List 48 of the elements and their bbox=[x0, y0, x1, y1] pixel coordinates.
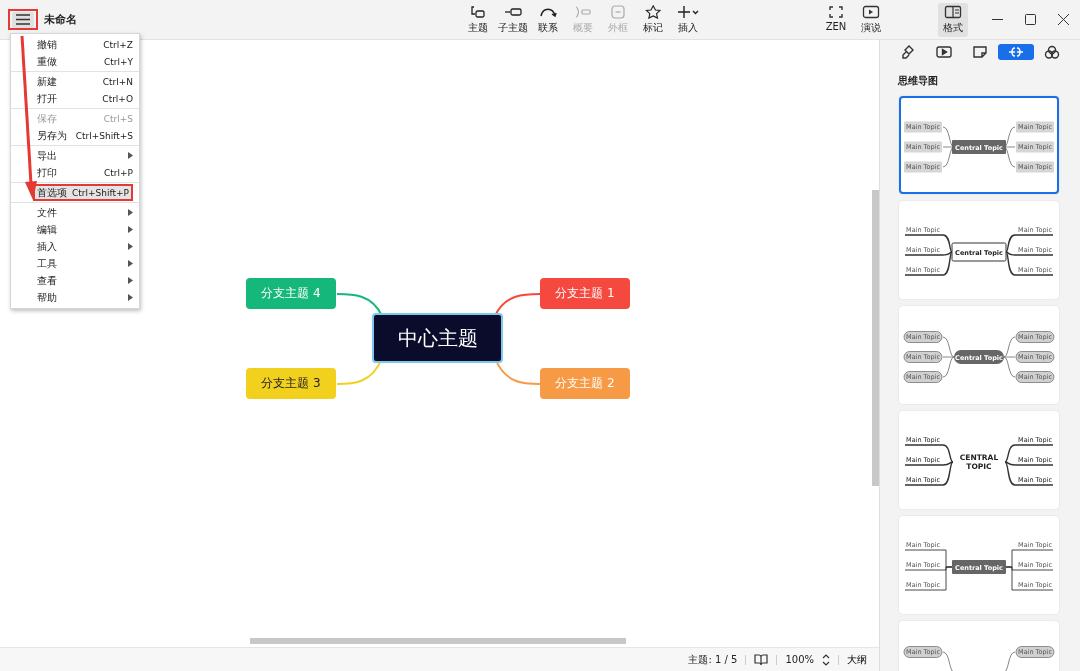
menu-item[interactable]: 打开 Ctrl+O bbox=[11, 90, 139, 107]
book-icon[interactable] bbox=[754, 653, 769, 666]
menu-item[interactable]: 导出 bbox=[11, 147, 139, 164]
horizontal-scrollbar[interactable] bbox=[250, 638, 626, 644]
menu-item[interactable]: 新建 Ctrl+N bbox=[11, 73, 139, 90]
structure-icon bbox=[1008, 45, 1024, 59]
view-button[interactable]: 格式 bbox=[938, 2, 968, 37]
plus-icon bbox=[676, 4, 699, 19]
menu-item[interactable]: 插入 bbox=[11, 238, 139, 255]
menu-item[interactable]: 打印 Ctrl+P bbox=[11, 164, 139, 181]
maximize-icon[interactable] bbox=[1025, 14, 1036, 25]
play-icon bbox=[862, 4, 880, 19]
brush-icon bbox=[900, 45, 916, 59]
note-icon bbox=[972, 45, 988, 59]
vertical-scrollbar[interactable] bbox=[872, 190, 879, 486]
play-icon bbox=[936, 45, 952, 59]
toolbar-button[interactable]: 主题 bbox=[460, 4, 495, 35]
menu-item[interactable]: 撤销 Ctrl+Z bbox=[11, 36, 139, 53]
menu-icon bbox=[16, 14, 30, 25]
menu-item[interactable]: 文件 bbox=[11, 204, 139, 221]
branch-topic[interactable]: 分支主题 3 bbox=[246, 368, 336, 399]
menu-item[interactable]: 查看 bbox=[11, 272, 139, 289]
outline-button[interactable]: 大纲 bbox=[847, 652, 867, 667]
panel-icon bbox=[944, 4, 962, 19]
palette-icon bbox=[1044, 45, 1060, 59]
central-topic[interactable]: 中心主题 bbox=[372, 313, 503, 363]
zoom-level: 100% bbox=[785, 654, 814, 665]
toolbar-button[interactable]: 标记 bbox=[635, 4, 670, 35]
branch-topic[interactable]: 分支主题 1 bbox=[540, 278, 630, 309]
view-button[interactable]: 演说 bbox=[856, 2, 886, 37]
menu-item[interactable]: 首选项 Ctrl+Shift+P bbox=[33, 184, 133, 201]
menu-item[interactable]: 重做 Ctrl+Y bbox=[11, 53, 139, 70]
window-title: 未命名 bbox=[44, 12, 77, 27]
menu-item[interactable]: 编辑 bbox=[11, 221, 139, 238]
menu-item[interactable]: 帮助 bbox=[11, 289, 139, 306]
toolbar-button[interactable]: 插入 bbox=[670, 4, 705, 35]
menu-button[interactable] bbox=[12, 11, 34, 28]
section-heading: 思维导图 bbox=[898, 74, 939, 88]
view-button[interactable]: ZEN bbox=[821, 2, 851, 37]
menu-item[interactable]: 另存为 Ctrl+Shift+S bbox=[11, 127, 139, 144]
stepper-icon[interactable] bbox=[822, 653, 830, 666]
close-icon[interactable] bbox=[1058, 14, 1069, 25]
fullscreen-icon bbox=[827, 4, 845, 19]
toolbar-button[interactable]: 子主题 bbox=[495, 4, 530, 35]
highlight-frame bbox=[8, 9, 38, 30]
toolbar-button[interactable]: 联系 bbox=[530, 4, 565, 35]
menu-item[interactable]: 工具 bbox=[11, 255, 139, 272]
topic-count: 主题: 1 / 5 bbox=[688, 652, 738, 667]
